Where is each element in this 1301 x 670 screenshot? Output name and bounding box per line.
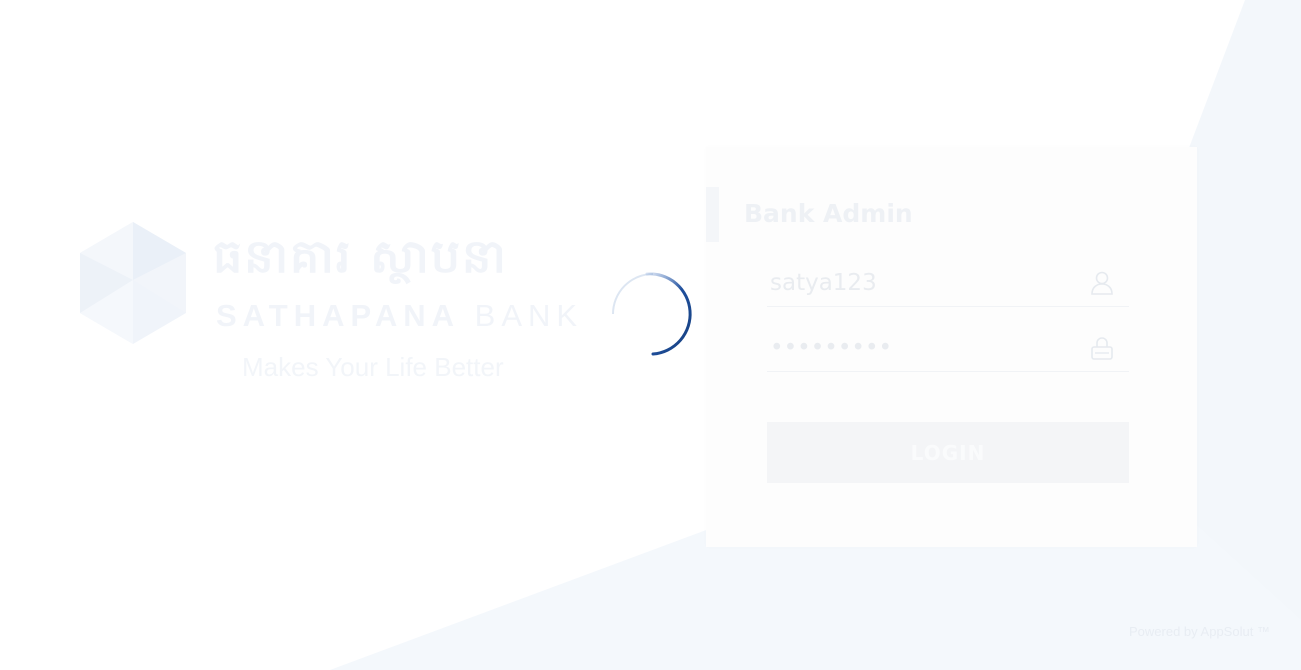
password-input[interactable] (770, 331, 1070, 365)
brand-name: SATHAPANA BANK (216, 298, 583, 334)
brand-block: ធនាគារ ស្ថាបនា SATHAPANA BANK Makes Your… (78, 220, 577, 390)
sathapana-logo-icon (80, 222, 186, 344)
username-input[interactable] (770, 266, 1070, 300)
brand-khmer-name: ធនាគារ ស្ថាបនា (213, 229, 508, 283)
loading-spinner-icon (612, 272, 692, 356)
login-title: Bank Admin (744, 199, 913, 228)
brand-name-bold: SATHAPANA (216, 298, 461, 333)
card-accent-bar (706, 187, 719, 242)
username-field (767, 260, 1129, 307)
powered-by-label: Powered by AppSolut ™ (1129, 624, 1270, 639)
brand-name-light: BANK (474, 298, 584, 333)
password-field (767, 325, 1129, 372)
user-icon (1091, 271, 1113, 295)
lock-icon (1091, 337, 1113, 360)
login-card: Bank Admin LOGIN (706, 147, 1197, 547)
brand-tagline: Makes Your Life Better (242, 352, 504, 382)
login-button[interactable]: LOGIN (767, 422, 1129, 483)
